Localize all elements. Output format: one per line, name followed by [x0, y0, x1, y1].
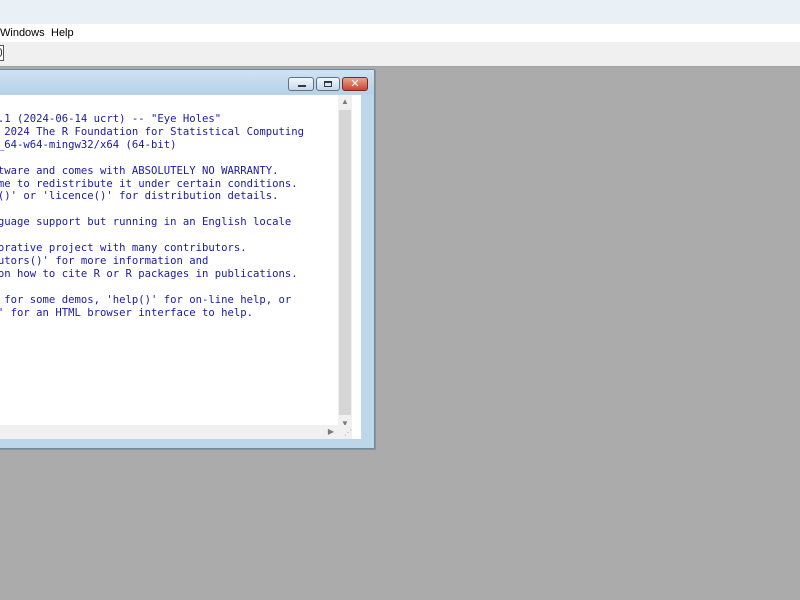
console-output-area[interactable]: R version 4.4.1 (2024-06-14 ucrt) -- "Ey…: [0, 95, 361, 439]
scroll-right-icon[interactable]: ▶: [324, 425, 338, 439]
menu-help[interactable]: Help: [51, 26, 74, 40]
close-button[interactable]: ✕: [342, 77, 368, 91]
resize-grip-icon[interactable]: ⋰: [338, 425, 352, 439]
open-script-button[interactable]: [0, 45, 4, 61]
open-script-icon: [0, 48, 2, 57]
console-output-text: R version 4.4.1 (2024-06-14 ucrt) -- "Ey…: [0, 113, 305, 319]
minimize-button[interactable]: [288, 77, 314, 91]
maximize-icon: [324, 81, 332, 87]
close-icon: ✕: [350, 78, 360, 90]
menu-bar: Windows Help: [0, 24, 800, 42]
app-title-bar: [0, 0, 800, 24]
r-console-window[interactable]: ✕ R version 4.4.1 (2024-06-14 ucrt) -- "…: [0, 69, 375, 449]
vertical-scroll-thumb[interactable]: [339, 110, 351, 415]
vertical-scrollbar[interactable]: ▲ ▼: [338, 95, 352, 431]
menu-windows[interactable]: Windows: [0, 26, 45, 40]
toolbar: [0, 42, 800, 67]
maximize-button[interactable]: [316, 77, 340, 91]
horizontal-scrollbar[interactable]: ▶: [0, 425, 338, 439]
scroll-up-icon[interactable]: ▲: [338, 95, 352, 109]
minimize-icon: [298, 85, 306, 87]
console-title-bar[interactable]: ✕: [0, 70, 374, 94]
